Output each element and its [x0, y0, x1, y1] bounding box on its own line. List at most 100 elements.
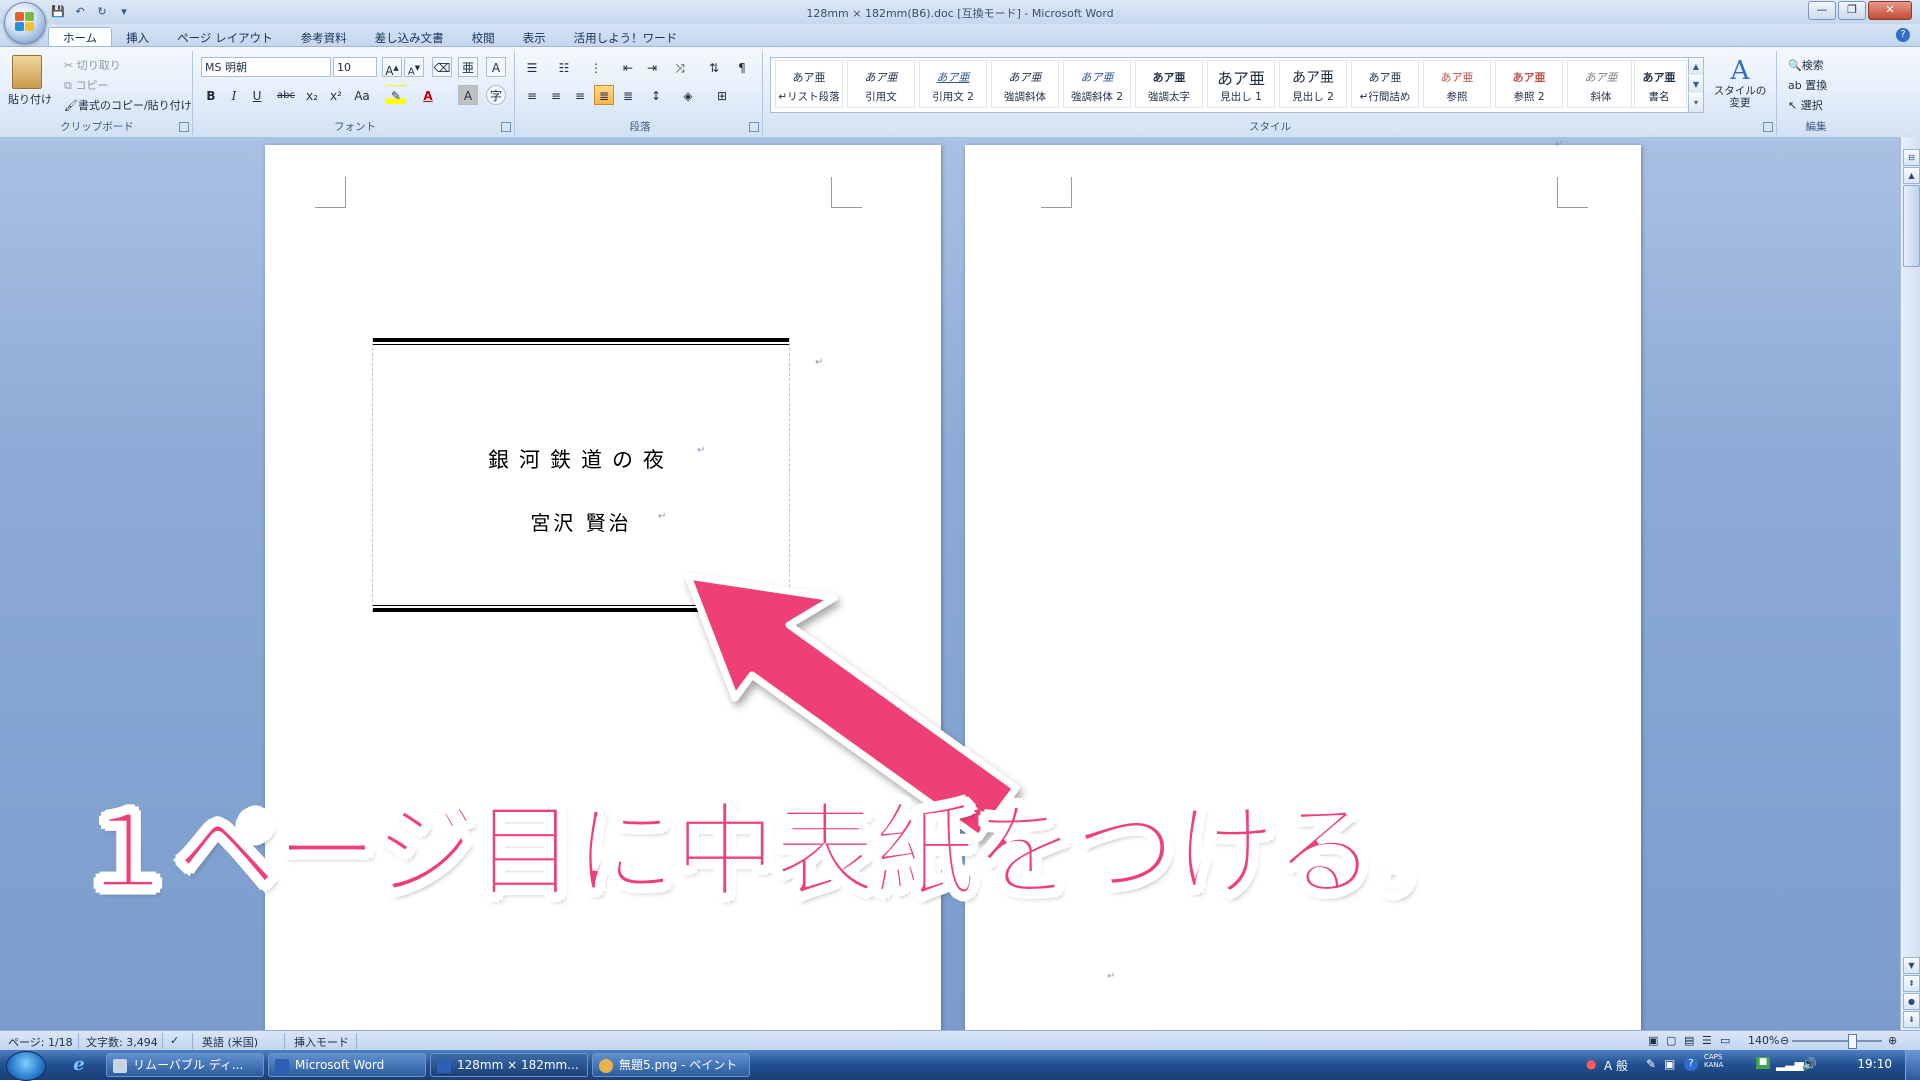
clock[interactable]: 19:10	[1857, 1057, 1892, 1071]
scroll-down-icon[interactable]: ▼	[1903, 957, 1920, 974]
style-item[interactable]: あア亜 引用文 2	[919, 60, 987, 108]
increase-indent-icon[interactable]: ⇥	[642, 57, 662, 77]
scroll-up-icon[interactable]: ▲	[1903, 167, 1920, 184]
security-icon[interactable]: ■	[1756, 1057, 1770, 1069]
internet-explorer-icon[interactable]: e	[68, 1055, 90, 1075]
show-desktop-button[interactable]	[1905, 1050, 1920, 1080]
full-screen-view-icon[interactable]: ▢	[1666, 1034, 1676, 1047]
zoom-level[interactable]: 140%	[1748, 1034, 1779, 1047]
clear-format-icon[interactable]: ⌫	[432, 57, 452, 77]
close-button[interactable]: ✕	[1868, 1, 1912, 20]
draft-view-icon[interactable]: ▭	[1720, 1034, 1730, 1047]
office-button[interactable]	[4, 2, 46, 44]
align-center-icon[interactable]: ≡	[546, 85, 566, 105]
paragraph-launcher-icon[interactable]	[749, 122, 759, 132]
superscript-button[interactable]: x²	[326, 85, 346, 105]
taskbar-item-word[interactable]: Microsoft Word	[268, 1053, 426, 1077]
scroll-thumb[interactable]	[1903, 185, 1920, 267]
multilevel-list-icon[interactable]: ⋮	[586, 57, 606, 77]
document-title[interactable]: 銀河鉄道の夜	[373, 444, 789, 474]
change-styles-button[interactable]: A スタイルの変更	[1712, 57, 1768, 109]
italic-button[interactable]: I	[224, 85, 244, 105]
zoom-slider-thumb[interactable]	[1848, 1034, 1857, 1049]
ime-tool-icon[interactable]: ✎	[1646, 1057, 1656, 1071]
underline-button[interactable]: U	[247, 85, 267, 105]
font-size-box[interactable]: 10	[333, 57, 377, 77]
grow-font-icon[interactable]: A▲	[382, 57, 402, 78]
text-direction-icon[interactable]: ⤨	[670, 57, 690, 77]
font-launcher-icon[interactable]	[501, 122, 511, 132]
borders-icon[interactable]: ⊞	[712, 85, 732, 105]
vertical-scrollbar[interactable]: ⊟ ▲ ▼ ⇞ ● ⇟	[1900, 137, 1920, 1030]
align-left-icon[interactable]: ≡	[522, 85, 542, 105]
bold-button[interactable]: B	[201, 85, 221, 105]
style-item[interactable]: あア亜 斜体	[1567, 60, 1635, 108]
network-icon[interactable]: ▂▃▅	[1776, 1057, 1804, 1071]
justify-icon[interactable]: ≣	[594, 85, 614, 105]
cut-button[interactable]: ✂ 切り取り	[64, 57, 121, 73]
word-count[interactable]: 文字数: 3,494	[86, 1034, 158, 1050]
title-text-box[interactable]: 銀河鉄道の夜 宮沢 賢治	[372, 338, 790, 612]
style-item[interactable]: あア亜 ↵行間詰め	[1351, 60, 1419, 108]
find-button[interactable]: 🔍検索	[1788, 57, 1824, 73]
style-item[interactable]: あア亜 参照 2	[1495, 60, 1563, 108]
sort-icon[interactable]: ⇅	[704, 57, 724, 77]
select-button[interactable]: ↖ 選択	[1788, 97, 1823, 113]
change-case-button[interactable]: Aa	[352, 85, 372, 105]
show-marks-icon[interactable]: ¶	[732, 57, 752, 77]
zoom-out-icon[interactable]: ⊖	[1780, 1034, 1789, 1047]
outline-view-icon[interactable]: ☰	[1702, 1034, 1712, 1047]
print-layout-view-icon[interactable]: ▣	[1648, 1034, 1658, 1047]
distributed-icon[interactable]: ≣	[618, 85, 638, 105]
replace-button[interactable]: ab 置換	[1788, 77, 1827, 93]
previous-page-icon[interactable]: ⇞	[1903, 975, 1920, 992]
clipboard-launcher-icon[interactable]	[179, 122, 189, 132]
phonetic-guide-icon[interactable]: 亜	[458, 57, 478, 77]
language-status[interactable]: 英語 (米国)	[202, 1034, 258, 1050]
ime-status[interactable]: A 般	[1604, 1057, 1628, 1074]
font-color-icon[interactable]: A	[418, 85, 438, 105]
insert-mode-status[interactable]: 挿入モード	[294, 1034, 349, 1050]
paste-button[interactable]: 貼り付け	[8, 91, 52, 107]
start-button[interactable]	[6, 1051, 46, 1081]
style-item[interactable]: あア亜 引用文	[847, 60, 915, 108]
style-item[interactable]: あア亜 強調斜体 2	[1063, 60, 1131, 108]
paste-icon[interactable]	[12, 55, 42, 89]
style-item[interactable]: あア亜 参照	[1423, 60, 1491, 108]
help-icon[interactable]: ?	[1896, 28, 1910, 42]
copy-button[interactable]: ⧉ コピー	[64, 77, 108, 93]
align-right-icon[interactable]: ≡	[570, 85, 590, 105]
zoom-slider[interactable]	[1792, 1040, 1882, 1042]
gallery-down-icon[interactable]: ▼	[1688, 76, 1703, 93]
gallery-more-icon[interactable]: ▾	[1688, 94, 1703, 112]
taskbar-item-paint[interactable]: 無題5.png - ペイント	[592, 1053, 750, 1077]
character-border-icon[interactable]: A	[486, 57, 506, 77]
style-item[interactable]: あア亜 強調太字	[1135, 60, 1203, 108]
document-author[interactable]: 宮沢 賢治	[373, 507, 789, 536]
volume-icon[interactable]: 🔊	[1802, 1057, 1817, 1071]
gallery-up-icon[interactable]: ▲	[1688, 58, 1703, 75]
shrink-font-icon[interactable]: A▼	[404, 57, 424, 77]
line-spacing-icon[interactable]: ↕	[646, 85, 666, 105]
ime-help-icon[interactable]: ?	[1684, 1057, 1698, 1071]
bullets-icon[interactable]: ☰	[522, 57, 542, 77]
zoom-in-icon[interactable]: ⊕	[1888, 1034, 1897, 1047]
strikethrough-button[interactable]: abc	[276, 85, 296, 105]
style-item[interactable]: あア亜 見出し 2	[1279, 60, 1347, 108]
proofing-icon[interactable]: ✓	[170, 1034, 179, 1047]
minimize-button[interactable]: —	[1808, 1, 1836, 20]
style-item[interactable]: あア亜 強調斜体	[991, 60, 1059, 108]
enclose-characters-icon[interactable]: 字	[486, 85, 506, 105]
format-painter-button[interactable]: 🖌書式のコピー/貼り付け	[64, 97, 192, 113]
taskbar-item-document[interactable]: 128mm × 182mm...	[430, 1053, 588, 1077]
web-layout-view-icon[interactable]: ▤	[1684, 1034, 1694, 1047]
restore-button[interactable]: ❐	[1838, 1, 1866, 20]
decrease-indent-icon[interactable]: ⇤	[618, 57, 638, 77]
subscript-button[interactable]: x₂	[302, 85, 322, 105]
ime-dictionary-icon[interactable]: ▣	[1664, 1057, 1675, 1071]
character-shading-icon[interactable]: A	[458, 85, 478, 105]
numbering-icon[interactable]: ☷	[554, 57, 574, 77]
shading-icon[interactable]: ◈	[678, 85, 698, 105]
highlight-icon[interactable]: ✎	[386, 85, 406, 105]
next-page-icon[interactable]: ⇟	[1903, 1011, 1920, 1028]
